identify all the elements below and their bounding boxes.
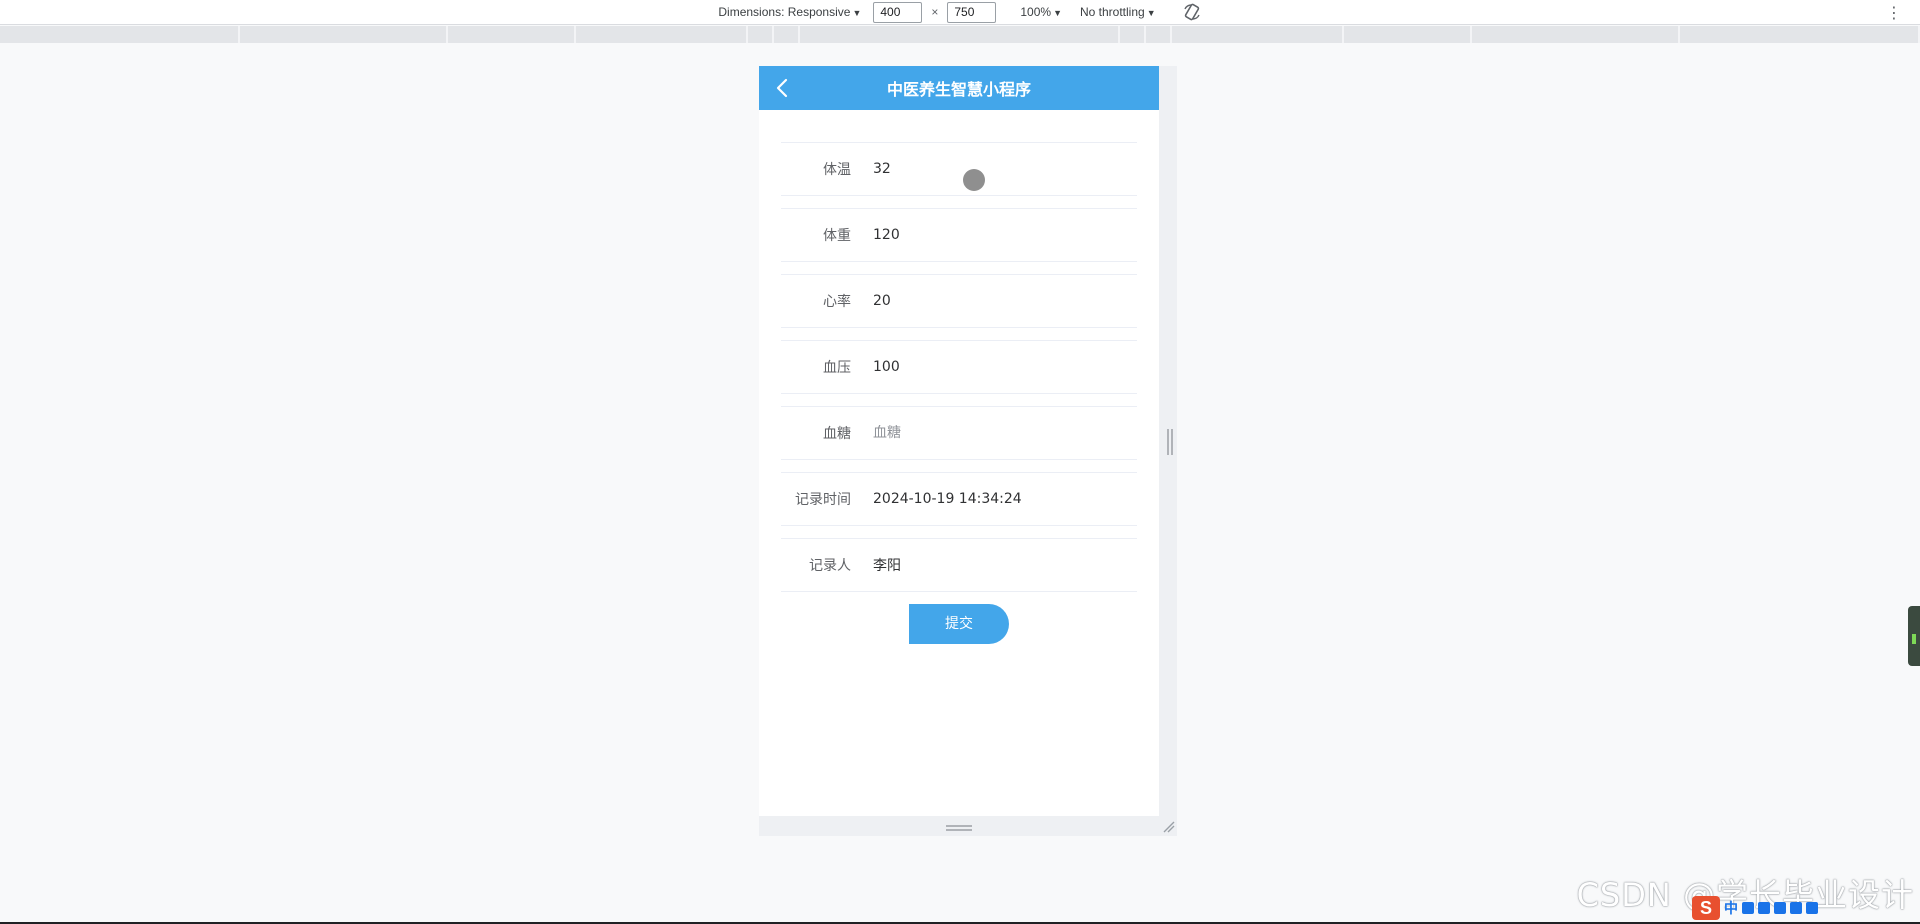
recorder-input[interactable] xyxy=(873,557,1113,573)
ime-toolbar[interactable]: S 中 xyxy=(1692,896,1818,920)
rotate-icon[interactable] xyxy=(1182,2,1202,22)
corner-resize-icon[interactable] xyxy=(1162,820,1176,834)
vertical-resize-handle[interactable] xyxy=(1167,429,1173,455)
zoom-label: 100% xyxy=(1020,5,1052,19)
field-label: 体温 xyxy=(823,162,851,178)
submit-button[interactable]: 提交 xyxy=(909,604,1009,644)
heart-rate-input[interactable] xyxy=(873,293,1113,309)
side-widget-tab[interactable] xyxy=(1908,606,1920,666)
temperature-input[interactable] xyxy=(873,161,1113,177)
page-title: 中医养生智慧小程序 xyxy=(886,80,1031,99)
dimensions-dropdown[interactable]: Dimensions: Responsive ▼ xyxy=(718,5,861,19)
mobile-viewport: 中医养生智慧小程序 体温 体重 心率 血压 血糖 记录时间 记录人 xyxy=(759,66,1159,816)
caret-down-icon: ▼ xyxy=(1053,8,1062,18)
keyboard-icon[interactable] xyxy=(1774,902,1786,914)
field-label: 体重 xyxy=(823,228,851,244)
form-row-temperature: 体温 xyxy=(781,142,1137,196)
zoom-dropdown[interactable]: 100% ▼ xyxy=(1020,5,1062,19)
nav-bar: 中医养生智慧小程序 xyxy=(759,66,1159,110)
dimensions-label: Dimensions: Responsive xyxy=(718,5,851,19)
caret-down-icon: ▼ xyxy=(852,8,862,18)
throttling-label: No throttling xyxy=(1080,5,1145,19)
more-options-icon[interactable]: ⋮ xyxy=(1886,3,1902,23)
field-label: 记录时间 xyxy=(795,492,851,508)
weight-input[interactable] xyxy=(873,227,1113,243)
horizontal-resize-handle[interactable] xyxy=(946,825,972,831)
form-row-weight: 体重 xyxy=(781,208,1137,262)
health-record-form: 体温 体重 心率 血压 血糖 记录时间 记录人 xyxy=(781,142,1137,604)
throttling-dropdown[interactable]: No throttling ▼ xyxy=(1080,5,1156,19)
touch-cursor xyxy=(963,169,985,191)
field-label: 血糖 xyxy=(823,426,851,442)
submit-area: 提交 xyxy=(759,604,1159,644)
form-row-blood-sugar: 血糖 xyxy=(781,406,1137,460)
form-row-recorder: 记录人 xyxy=(781,538,1137,592)
viewport-height-input[interactable] xyxy=(947,1,997,23)
back-arrow-icon[interactable] xyxy=(771,76,795,100)
form-row-record-time: 记录时间 xyxy=(781,472,1137,526)
devtools-device-toolbar: Dimensions: Responsive▼ × 100%▼ No throt… xyxy=(0,0,1920,25)
toolbox-icon[interactable] xyxy=(1806,902,1818,914)
form-row-heart-rate: 心率 xyxy=(781,274,1137,328)
field-label: 记录人 xyxy=(809,558,851,574)
dimension-separator: × xyxy=(931,5,939,19)
ime-punctuation-icon[interactable] xyxy=(1742,902,1754,914)
record-time-input[interactable] xyxy=(873,491,1113,507)
blood-pressure-input[interactable] xyxy=(873,359,1113,375)
caret-down-icon: ▼ xyxy=(1146,8,1156,18)
ime-language[interactable]: 中 xyxy=(1724,898,1738,918)
field-label: 血压 xyxy=(823,360,851,376)
ime-logo-icon: S xyxy=(1692,896,1720,920)
microphone-icon[interactable] xyxy=(1758,902,1770,914)
viewport-width-input[interactable] xyxy=(873,1,923,23)
form-row-blood-pressure: 血压 xyxy=(781,340,1137,394)
field-label: 心率 xyxy=(823,294,851,310)
skin-icon[interactable] xyxy=(1790,902,1802,914)
media-query-ruler[interactable] xyxy=(0,26,1920,43)
blood-sugar-input[interactable] xyxy=(873,425,1113,441)
